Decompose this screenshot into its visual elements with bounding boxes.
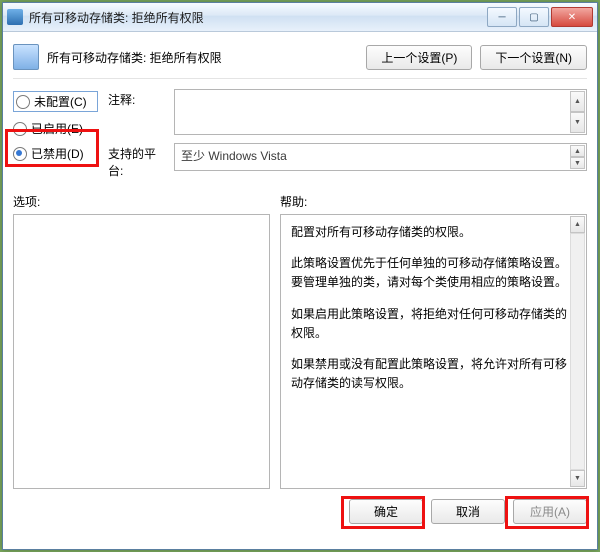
footer-buttons: 确定 取消 应用(A) [13,499,587,524]
radio-disabled[interactable]: 已禁用(D) [13,145,98,162]
supported-row: 支持的平台: 至少 Windows Vista ▲▼ [108,143,587,179]
scroll-up-icon[interactable]: ▲ [570,91,585,112]
scroll-down-icon[interactable]: ▼ [570,157,585,169]
help-paragraph: 如果禁用或没有配置此策略设置，将允许对所有可移动存储类的读写权限。 [291,355,576,393]
comment-row: 注释: ▲▼ [108,89,587,135]
pane-labels: 选项: 帮助: [13,193,587,210]
comment-textarea[interactable]: ▲▼ [174,89,587,135]
scrollbar[interactable]: ▲▼ [570,91,585,133]
maximize-button[interactable]: ▢ [519,7,549,27]
titlebar[interactable]: 所有可移动存储类: 拒绝所有权限 ─ ▢ ✕ [3,3,597,32]
scrollbar[interactable]: ▲ ▼ [570,216,585,487]
scroll-up-icon[interactable]: ▲ [570,216,585,233]
radio-icon [13,147,27,161]
panes-row: 配置对所有可移动存储类的权限。 此策略设置优先于任何单独的可移动存储策略设置。要… [13,214,587,489]
help-label: 帮助: [280,193,307,210]
help-paragraph: 配置对所有可移动存储类的权限。 [291,223,576,242]
scroll-track[interactable] [570,233,585,470]
supported-label: 支持的平台: [108,143,168,179]
scrollbar[interactable]: ▲▼ [570,145,585,169]
minimize-button[interactable]: ─ [487,7,517,27]
comment-label: 注释: [108,89,168,135]
apply-button[interactable]: 应用(A) [513,499,587,524]
help-pane[interactable]: 配置对所有可移动存储类的权限。 此策略设置优先于任何单独的可移动存储策略设置。要… [280,214,587,489]
policy-editor-window: 所有可移动存储类: 拒绝所有权限 ─ ▢ ✕ 所有可移动存储类: 拒绝所有权限 … [2,2,598,550]
radio-label: 已禁用(D) [31,145,84,162]
radio-enabled[interactable]: 已启用(E) [13,120,98,137]
supported-value: 至少 Windows Vista [181,149,287,163]
window-controls: ─ ▢ ✕ [487,7,593,27]
close-button[interactable]: ✕ [551,7,593,27]
config-row: 未配置(C) 已启用(E) 已禁用(D) 注释: ▲▼ [13,79,587,179]
help-paragraph: 如果启用此策略设置，将拒绝对任何可移动存储类的权限。 [291,305,576,343]
meta-column: 注释: ▲▼ 支持的平台: 至少 Windows Vista ▲▼ [108,89,587,179]
ok-button[interactable]: 确定 [349,499,423,524]
help-paragraph: 此策略设置优先于任何单独的可移动存储策略设置。要管理单独的类，请对每个类使用相应… [291,254,576,292]
scroll-down-icon[interactable]: ▼ [570,470,585,487]
options-label: 选项: [13,193,270,210]
radio-icon [13,122,27,136]
supported-textarea[interactable]: 至少 Windows Vista ▲▼ [174,143,587,171]
radio-label: 已启用(E) [31,120,83,137]
window-title: 所有可移动存储类: 拒绝所有权限 [29,9,487,26]
next-setting-button[interactable]: 下一个设置(N) [480,45,587,70]
policy-icon [13,44,39,70]
state-radio-group: 未配置(C) 已启用(E) 已禁用(D) [13,89,98,179]
options-pane[interactable] [13,214,270,489]
scroll-up-icon[interactable]: ▲ [570,145,585,157]
previous-setting-button[interactable]: 上一个设置(P) [366,45,472,70]
cancel-button[interactable]: 取消 [431,499,505,524]
radio-icon [16,95,30,109]
radio-label: 未配置(C) [34,93,87,110]
policy-title: 所有可移动存储类: 拒绝所有权限 [47,49,358,66]
radio-not-configured[interactable]: 未配置(C) [13,91,98,112]
header-row: 所有可移动存储类: 拒绝所有权限 上一个设置(P) 下一个设置(N) [13,40,587,79]
content-area: 所有可移动存储类: 拒绝所有权限 上一个设置(P) 下一个设置(N) 未配置(C… [3,32,597,549]
app-icon [7,9,23,25]
scroll-down-icon[interactable]: ▼ [570,112,585,133]
